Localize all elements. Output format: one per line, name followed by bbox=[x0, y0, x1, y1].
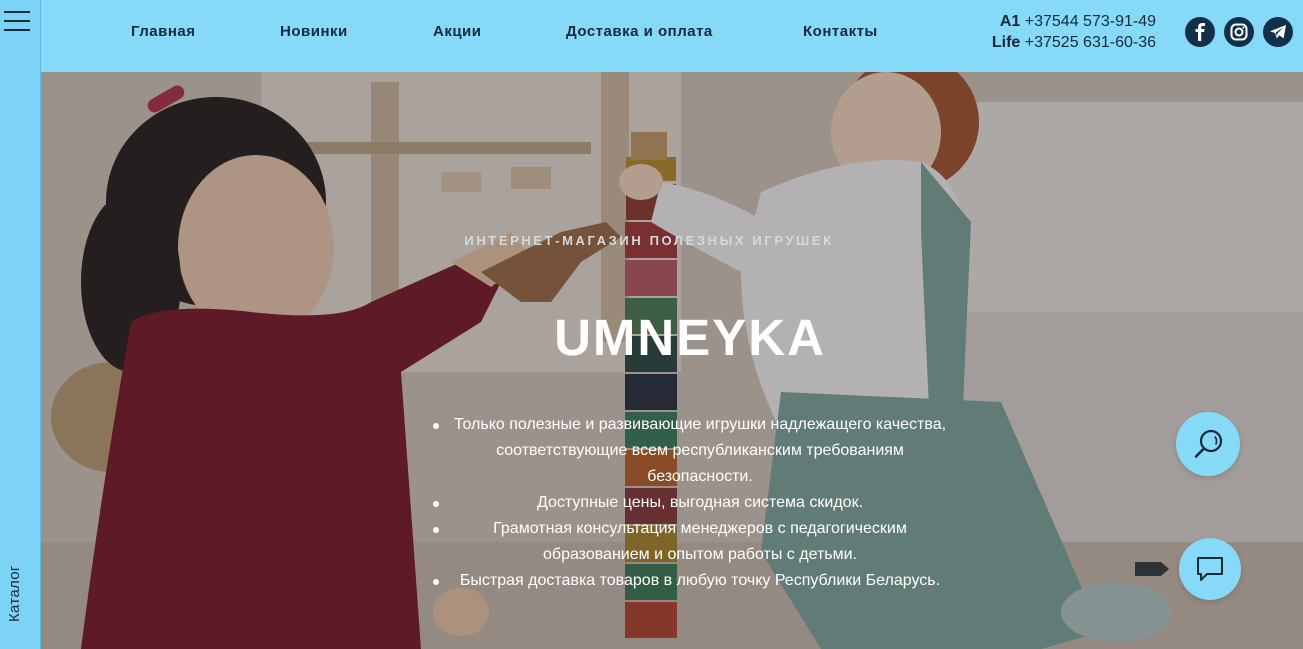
search-button[interactable] bbox=[1176, 412, 1240, 476]
phone-life[interactable]: Life +37525 631-60-36 bbox=[961, 32, 1156, 53]
instagram-link[interactable] bbox=[1224, 17, 1254, 47]
hero-eyebrow: ИНТЕРНЕТ-МАГАЗИН ПОЛЕЗНЫХ ИГРУШЕК bbox=[464, 233, 834, 248]
nav-item-new[interactable]: Новинки bbox=[280, 23, 348, 40]
nav-item-delivery[interactable]: Доставка и оплата bbox=[566, 23, 713, 40]
phone-number: +37544 573-91-49 bbox=[1024, 13, 1156, 30]
telegram-icon bbox=[1270, 25, 1286, 39]
phone-operator: A1 bbox=[999, 13, 1021, 30]
nav-item-sales[interactable]: Акции bbox=[433, 23, 482, 40]
chat-tag-icon bbox=[1135, 562, 1169, 576]
instagram-icon bbox=[1230, 23, 1248, 41]
nav-item-home[interactable]: Главная bbox=[131, 23, 196, 40]
phone-a1[interactable]: A1 +37544 573-91-49 bbox=[961, 11, 1156, 32]
hero-features-list: Только полезные и развивающие игрушки на… bbox=[428, 412, 958, 594]
feature-item: Доступные цены, выгодная система скидок. bbox=[428, 490, 958, 516]
phone-numbers: A1 +37544 573-91-49 Life +37525 631-60-3… bbox=[961, 11, 1156, 53]
chat-button[interactable] bbox=[1179, 538, 1241, 600]
phone-operator: Life bbox=[991, 34, 1021, 51]
hero-title: UMNEYKA bbox=[554, 309, 826, 366]
facebook-icon bbox=[1195, 23, 1205, 41]
site-header: Главная Новинки Акции Доставка и оплата … bbox=[41, 0, 1303, 72]
chat-icon bbox=[1197, 557, 1223, 581]
feature-item: Быстрая доставка товаров в любую точку Р… bbox=[428, 568, 958, 594]
telegram-link[interactable] bbox=[1263, 17, 1293, 47]
phone-number: +37525 631-60-36 bbox=[1024, 34, 1156, 51]
feature-item: Только полезные и развивающие игрушки на… bbox=[428, 412, 958, 490]
catalog-toggle[interactable]: Каталог bbox=[6, 565, 23, 622]
hamburger-menu-icon[interactable] bbox=[4, 10, 30, 32]
search-icon bbox=[1194, 429, 1223, 458]
catalog-sidebar: Каталог bbox=[0, 0, 41, 649]
nav-item-contacts[interactable]: Контакты bbox=[803, 23, 878, 40]
facebook-link[interactable] bbox=[1185, 17, 1215, 47]
feature-item: Грамотная консультация менеджеров с педа… bbox=[428, 516, 958, 568]
social-links bbox=[1185, 17, 1293, 47]
